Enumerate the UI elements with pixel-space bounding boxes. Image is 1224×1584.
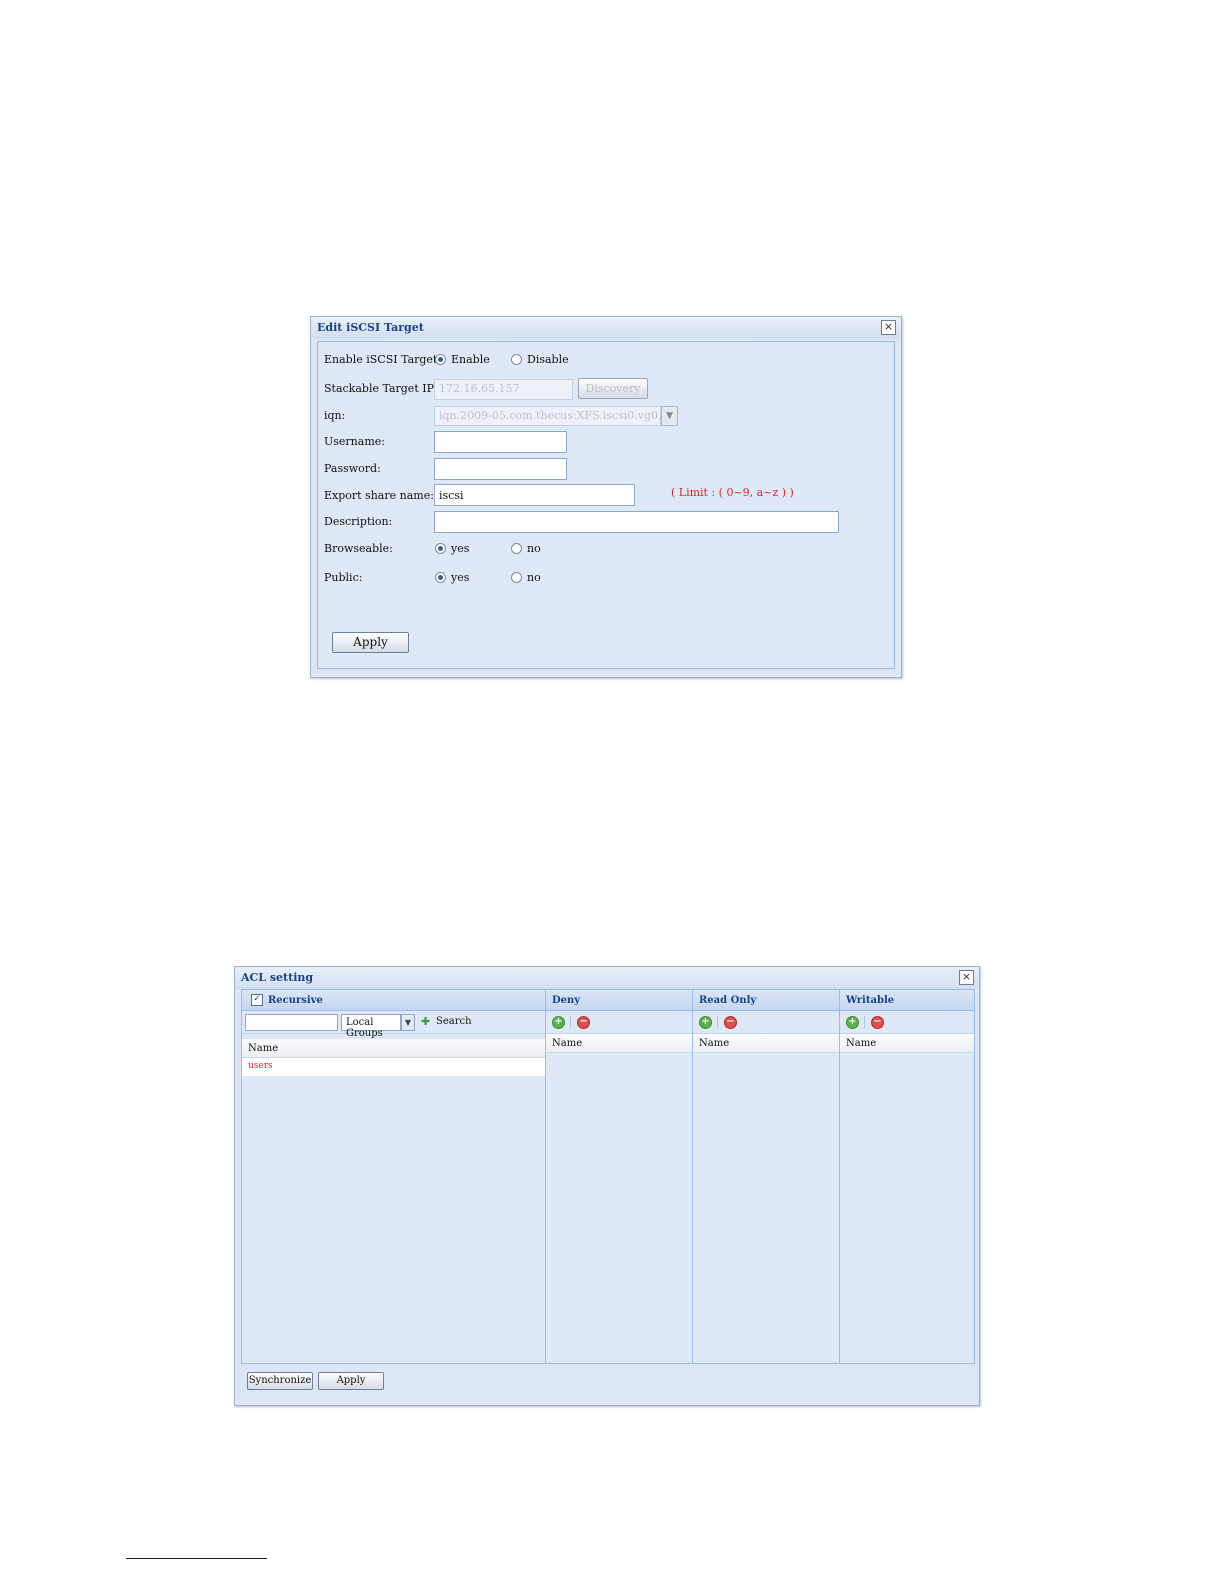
- public-yes-label: yes: [451, 571, 470, 584]
- apply-button[interactable]: Apply: [318, 1372, 384, 1390]
- search-input[interactable]: [245, 1014, 338, 1031]
- close-icon[interactable]: ×: [881, 320, 896, 335]
- writable-title: Writable: [846, 995, 895, 1006]
- recursive-label: Recursive: [268, 995, 323, 1006]
- deny-toolbar: + −: [546, 1011, 692, 1034]
- password-label: Password:: [324, 462, 381, 475]
- groups-panel: ✓ Recursive Local Groups ▼ ✚ Search Name…: [241, 989, 546, 1364]
- enable-iscsi-label: Enable iSCSI Target:: [324, 353, 442, 366]
- add-icon[interactable]: +: [846, 1016, 859, 1029]
- read-only-header: Read Only: [693, 990, 839, 1011]
- disable-radio[interactable]: [511, 354, 522, 365]
- search-toolbar: Local Groups ▼ ✚ Search: [242, 1011, 545, 1039]
- name-column-label: Name: [699, 1038, 730, 1049]
- name-column-header[interactable]: Name: [546, 1034, 692, 1053]
- read-only-panel: Read Only + − Name: [692, 989, 840, 1364]
- synchronize-button[interactable]: Synchronize: [247, 1372, 313, 1390]
- name-column-header[interactable]: Name: [840, 1034, 974, 1053]
- remove-icon[interactable]: −: [577, 1016, 590, 1029]
- browseable-label: Browseable:: [324, 542, 393, 555]
- password-input[interactable]: [434, 458, 567, 480]
- public-yes-radio[interactable]: [435, 572, 446, 583]
- description-label: Description:: [324, 515, 393, 528]
- export-share-input[interactable]: iscsi: [434, 484, 635, 506]
- close-icon[interactable]: ×: [959, 970, 974, 985]
- disable-radio-label: Disable: [527, 353, 569, 366]
- chevron-down-icon[interactable]: ▼: [401, 1014, 415, 1031]
- public-label: Public:: [324, 571, 363, 584]
- description-input[interactable]: [434, 511, 839, 533]
- remove-icon[interactable]: −: [724, 1016, 737, 1029]
- name-column-label: Name: [248, 1043, 279, 1054]
- dialog-title: Edit iSCSI Target: [317, 321, 424, 334]
- group-name: users: [248, 1061, 273, 1071]
- public-no-label: no: [527, 571, 541, 584]
- acl-setting-dialog: ACL setting × ✓ Recursive Local Groups ▼…: [234, 966, 980, 1406]
- edit-iscsi-target-dialog: Edit iSCSI Target × Enable iSCSI Target:…: [310, 316, 902, 678]
- group-select[interactable]: Local Groups: [341, 1014, 401, 1039]
- iqn-label: iqn:: [324, 409, 346, 422]
- writable-panel: Writable + − Name: [839, 989, 975, 1364]
- browseable-no-radio[interactable]: [511, 543, 522, 554]
- toolbar-separator: [864, 1016, 865, 1028]
- export-share-label: Export share name:: [324, 489, 434, 502]
- browseable-no-label: no: [527, 542, 541, 555]
- enable-radio[interactable]: [435, 354, 446, 365]
- footnote-rule: [126, 1558, 267, 1559]
- puzzle-icon: ✚: [421, 1015, 431, 1028]
- deny-panel: Deny + − Name: [545, 989, 693, 1364]
- recursive-checkbox[interactable]: ✓: [251, 994, 263, 1006]
- browseable-yes-label: yes: [451, 542, 470, 555]
- browseable-yes-radio[interactable]: [435, 543, 446, 554]
- dialog-title: ACL setting: [241, 971, 314, 984]
- dialog-title-bar[interactable]: Edit iSCSI Target ×: [311, 317, 901, 339]
- toolbar-separator: [570, 1016, 571, 1028]
- stackable-ip-label: Stackable Target IP:: [324, 382, 438, 395]
- name-column-header[interactable]: Name: [242, 1039, 545, 1058]
- apply-button[interactable]: Apply: [332, 632, 409, 653]
- enable-radio-label: Enable: [451, 353, 490, 366]
- form-panel: Enable iSCSI Target: Enable Disable Stac…: [317, 341, 895, 669]
- username-input[interactable]: [434, 431, 567, 453]
- discovery-button[interactable]: Discovery: [578, 378, 648, 399]
- name-column-label: Name: [552, 1038, 583, 1049]
- read-only-toolbar: + −: [693, 1011, 839, 1034]
- username-label: Username:: [324, 435, 385, 448]
- name-column-header[interactable]: Name: [693, 1034, 839, 1053]
- add-icon[interactable]: +: [552, 1016, 565, 1029]
- writable-toolbar: + −: [840, 1011, 974, 1034]
- chevron-down-icon[interactable]: ▼: [661, 406, 678, 426]
- deny-header: Deny: [546, 990, 692, 1011]
- iqn-select[interactable]: iqn.2009-05.com.thecus:XFS.iscsi0.vg0.is…: [434, 406, 661, 426]
- public-no-radio[interactable]: [511, 572, 522, 583]
- deny-title: Deny: [552, 995, 581, 1006]
- recursive-header: ✓ Recursive: [242, 990, 545, 1011]
- limit-hint: ( Limit : ( 0~9, a~z ) ): [671, 486, 794, 499]
- search-button[interactable]: Search: [436, 1016, 472, 1027]
- stackable-ip-input[interactable]: 172.16.65.157: [434, 379, 573, 400]
- add-icon[interactable]: +: [699, 1016, 712, 1029]
- toolbar-separator: [717, 1016, 718, 1028]
- remove-icon[interactable]: −: [871, 1016, 884, 1029]
- read-only-title: Read Only: [699, 995, 757, 1006]
- name-column-label: Name: [846, 1038, 877, 1049]
- table-row[interactable]: users: [242, 1058, 545, 1077]
- writable-header: Writable: [840, 990, 974, 1011]
- dialog-title-bar[interactable]: ACL setting ×: [235, 967, 979, 989]
